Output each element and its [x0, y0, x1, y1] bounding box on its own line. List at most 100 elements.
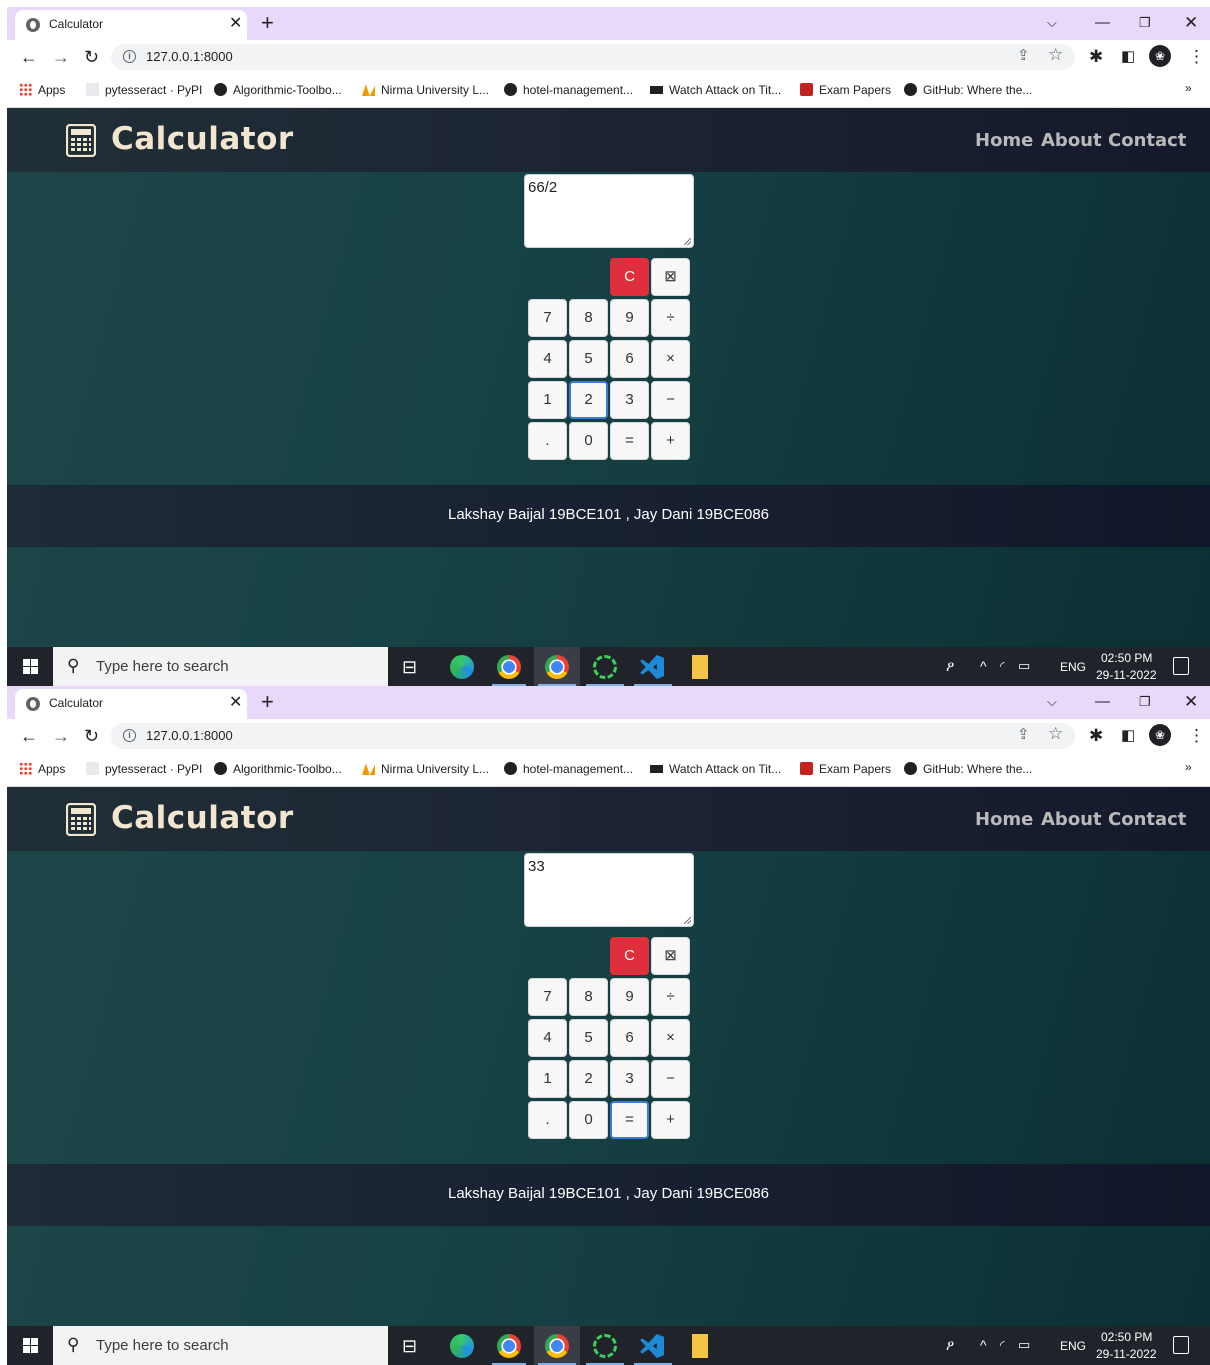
digit-5-key[interactable]: 5	[569, 340, 608, 378]
vscode-app-icon[interactable]	[640, 655, 664, 679]
chevron-up-icon[interactable]: ^	[980, 1336, 987, 1354]
multiply-key[interactable]: ×	[651, 340, 690, 378]
site-brand[interactable]: Calculator	[111, 800, 294, 836]
url-text[interactable]: 127.0.0.1:8000	[146, 728, 233, 743]
bookmark-item[interactable]: Algorithmic-Toolbo...	[214, 82, 342, 98]
chrome-profile-app-icon[interactable]	[545, 1334, 569, 1358]
digit-3-key[interactable]: 3	[610, 381, 649, 419]
decimal-key[interactable]: .	[528, 422, 567, 460]
side-panel-icon[interactable]: ◧	[1121, 726, 1135, 746]
minimize-icon[interactable]: —	[1095, 689, 1110, 715]
add-key[interactable]: +	[651, 1101, 690, 1139]
taskbar-search-box[interactable]: ⚲ Type here to search	[53, 1326, 388, 1365]
share-icon[interactable]: ⇪	[1017, 725, 1030, 743]
clear-button[interactable]: C	[610, 937, 649, 975]
subtract-key[interactable]: −	[651, 381, 690, 419]
people-icon[interactable]: ዖ	[946, 1336, 954, 1354]
calculator-display[interactable]: 66/2	[524, 174, 694, 248]
browser-tab[interactable]: Calculator ✕	[15, 10, 247, 40]
resize-grip-icon[interactable]	[684, 238, 691, 245]
restore-icon[interactable]: ❐	[1139, 10, 1151, 36]
bookmark-item[interactable]: Exam Papers	[800, 761, 891, 777]
clock-time[interactable]: 02:50 PM	[1101, 1330, 1152, 1344]
kebab-menu-icon[interactable]: ⋮	[1188, 47, 1205, 67]
minimize-icon[interactable]: —	[1095, 10, 1110, 36]
digit-4-key[interactable]: 4	[528, 1019, 567, 1057]
battery-icon[interactable]: ▭	[1018, 1336, 1030, 1354]
divide-key[interactable]: ÷	[651, 978, 690, 1016]
nav-link-contact[interactable]: Contact	[1108, 809, 1186, 830]
digit-8-key[interactable]: 8	[569, 978, 608, 1016]
digit-9-key[interactable]: 9	[610, 978, 649, 1016]
backspace-button[interactable]: ⊠	[651, 258, 690, 296]
bookmark-item[interactable]: Apps	[19, 761, 65, 777]
digit-1-key[interactable]: 1	[528, 1060, 567, 1098]
sync-app-icon[interactable]	[593, 655, 617, 679]
digit-7-key[interactable]: 7	[528, 299, 567, 337]
bookmark-item[interactable]: Watch Attack on Tit...	[650, 82, 781, 98]
new-tab-button[interactable]: +	[261, 10, 274, 36]
nav-link-contact[interactable]: Contact	[1108, 130, 1186, 151]
edge-app-icon[interactable]	[450, 655, 474, 679]
add-key[interactable]: +	[651, 422, 690, 460]
bookmark-item[interactable]: hotel-management...	[504, 761, 633, 777]
nav-link-about[interactable]: About	[1041, 130, 1102, 151]
chrome-profile-app-icon[interactable]	[545, 655, 569, 679]
digit-0-key[interactable]: 0	[569, 1101, 608, 1139]
more-bookmarks-icon[interactable]: »	[1185, 760, 1192, 774]
digit-2-key[interactable]: 2	[569, 1060, 608, 1098]
reload-icon[interactable]: ↻	[84, 725, 99, 747]
bookmark-item[interactable]: Watch Attack on Tit...	[650, 761, 781, 777]
bookmark-item[interactable]: GitHub: Where the...	[904, 761, 1032, 777]
resize-grip-icon[interactable]	[684, 917, 691, 924]
sync-app-icon[interactable]	[593, 1334, 617, 1358]
address-bar[interactable]: i 127.0.0.1:8000 ⇪ ☆	[111, 723, 1075, 749]
back-arrow-icon[interactable]: ←	[20, 725, 38, 747]
browser-tab[interactable]: Calculator ✕	[15, 689, 247, 719]
bookmark-item[interactable]: Nirma University L...	[362, 761, 489, 777]
backspace-button[interactable]: ⊠	[651, 937, 690, 975]
windows-start-icon[interactable]	[23, 1338, 38, 1353]
digit-0-key[interactable]: 0	[569, 422, 608, 460]
subtract-key[interactable]: −	[651, 1060, 690, 1098]
task-view-icon[interactable]: ⊟	[402, 655, 426, 679]
digit-8-key[interactable]: 8	[569, 299, 608, 337]
bookmark-item[interactable]: Apps	[19, 82, 65, 98]
language-indicator[interactable]: ENG	[1060, 1339, 1086, 1353]
divide-key[interactable]: ÷	[651, 299, 690, 337]
edge-app-icon[interactable]	[450, 1334, 474, 1358]
people-icon[interactable]: ዖ	[946, 657, 954, 675]
vscode-app-icon[interactable]	[640, 1334, 664, 1358]
wifi-icon[interactable]: ◜	[1000, 1336, 1005, 1354]
bookmark-item[interactable]: pytesseract · PyPI	[86, 82, 202, 98]
close-tab-icon[interactable]: ✕	[229, 693, 242, 713]
back-arrow-icon[interactable]: ←	[20, 46, 38, 68]
bookmark-star-icon[interactable]: ☆	[1048, 45, 1063, 65]
profile-avatar[interactable]: ❀	[1149, 45, 1171, 67]
battery-icon[interactable]: ▭	[1018, 657, 1030, 675]
tab-search-icon[interactable]: ⌵	[1047, 689, 1057, 715]
equals-key[interactable]: =	[610, 1101, 649, 1139]
digit-1-key[interactable]: 1	[528, 381, 567, 419]
nav-link-about[interactable]: About	[1041, 809, 1102, 830]
close-window-icon[interactable]: ✕	[1184, 689, 1198, 715]
side-panel-icon[interactable]: ◧	[1121, 47, 1135, 67]
profile-avatar[interactable]: ❀	[1149, 724, 1171, 746]
close-window-icon[interactable]: ✕	[1184, 10, 1198, 36]
task-view-icon[interactable]: ⊟	[402, 1334, 426, 1358]
chrome-app-icon[interactable]	[497, 655, 521, 679]
multiply-key[interactable]: ×	[651, 1019, 690, 1057]
new-tab-button[interactable]: +	[261, 689, 274, 715]
digit-2-key[interactable]: 2	[569, 381, 608, 419]
url-text[interactable]: 127.0.0.1:8000	[146, 49, 233, 64]
decimal-key[interactable]: .	[528, 1101, 567, 1139]
chrome-app-icon[interactable]	[497, 1334, 521, 1358]
extensions-puzzle-icon[interactable]: ✱	[1089, 47, 1103, 67]
nav-link-home[interactable]: Home	[975, 809, 1033, 830]
clock-time[interactable]: 02:50 PM	[1101, 651, 1152, 665]
bookmark-item[interactable]: Exam Papers	[800, 82, 891, 98]
clear-button[interactable]: C	[610, 258, 649, 296]
digit-6-key[interactable]: 6	[610, 1019, 649, 1057]
bookmark-item[interactable]: Algorithmic-Toolbo...	[214, 761, 342, 777]
bookmark-item[interactable]: Nirma University L...	[362, 82, 489, 98]
